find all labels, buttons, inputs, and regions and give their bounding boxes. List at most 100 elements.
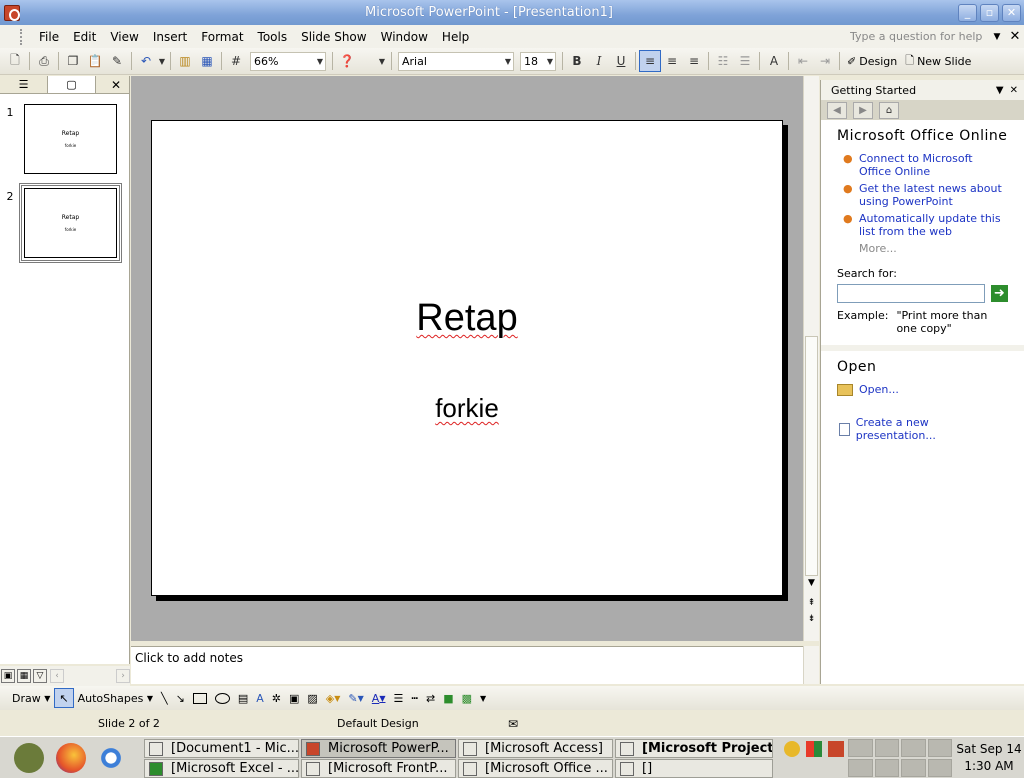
menu-view[interactable]: View [103, 30, 145, 44]
bullets-icon[interactable]: ☰ [734, 50, 756, 72]
powerpoint-app-icon[interactable] [4, 4, 20, 21]
workspace-switcher[interactable] [848, 739, 952, 777]
copy-icon[interactable]: ❐ [62, 50, 84, 72]
decrease-indent-icon[interactable]: ⇤ [792, 50, 814, 72]
task-pane-menu-icon[interactable]: ▼ [996, 85, 1004, 96]
tab-slides[interactable]: ▢ [48, 76, 96, 93]
menu-window[interactable]: Window [374, 30, 435, 44]
workspace-cell[interactable] [927, 759, 952, 777]
task-pane-close-icon[interactable]: ✕ [1010, 85, 1018, 96]
workspace-cell[interactable] [874, 739, 899, 757]
clip-art-icon[interactable]: ▣ [285, 688, 303, 708]
spelling-status-icon[interactable]: ✉ [508, 717, 518, 731]
tray-office-icon[interactable] [806, 741, 822, 757]
wordart-icon[interactable]: A [252, 688, 268, 708]
maximize-button[interactable]: ▫ [980, 3, 999, 22]
firefox-icon[interactable] [56, 743, 86, 773]
slide-vertical-scrollbar[interactable]: ▼ ⇞ ⇟ [803, 76, 819, 641]
slide-thumbnail-2[interactable]: Retap forkie [19, 183, 122, 263]
format-painter-icon[interactable]: ✎ [106, 50, 128, 72]
slide-thumbnail-1[interactable]: Retap forkie [24, 104, 117, 174]
workspace-cell[interactable] [848, 739, 873, 757]
align-left-icon[interactable]: ≡ [639, 50, 661, 72]
align-center-icon[interactable]: ≡ [661, 50, 683, 72]
taskbar-item-unnamed[interactable]: [] [615, 759, 773, 778]
paste-icon[interactable]: 📋 [84, 50, 106, 72]
system-menu-icon[interactable] [14, 743, 44, 773]
scrollbar-thumb[interactable] [805, 336, 818, 576]
dash-style-icon[interactable]: ┅ [407, 688, 422, 708]
slide-subtitle-placeholder[interactable]: forkie [152, 393, 782, 424]
font-select[interactable]: Arial ▼ [398, 51, 514, 71]
workspace-cell[interactable] [901, 739, 926, 757]
open-link[interactable]: Open... [837, 383, 1008, 396]
close-window-button[interactable]: ✕ [1002, 3, 1021, 22]
underline-button[interactable]: U [610, 50, 632, 72]
search-go-button[interactable]: ➜ [990, 285, 1008, 302]
line-style-icon[interactable]: ☰ [389, 688, 407, 708]
taskbar-item-access[interactable]: [Microsoft Access] [458, 739, 613, 758]
close-document-icon[interactable]: ✕ [1006, 29, 1024, 44]
browser-icon[interactable] [96, 743, 126, 773]
create-presentation-link[interactable]: Create a new presentation... [837, 416, 1008, 442]
menu-help[interactable]: Help [435, 30, 476, 44]
select-objects-icon[interactable]: ↖ [54, 688, 74, 708]
notes-pane[interactable]: Click to add notes [131, 646, 803, 684]
more-link[interactable]: More... [837, 242, 1008, 255]
increase-font-size-icon[interactable]: A [763, 50, 785, 72]
show-grid-icon[interactable]: # [225, 50, 247, 72]
numbering-icon[interactable]: ☷ [712, 50, 734, 72]
taskbar-item-frontpage[interactable]: [Microsoft FrontP... [301, 759, 456, 778]
workspace-cell[interactable] [874, 759, 899, 777]
current-slide[interactable]: Retap forkie [151, 120, 783, 596]
taskbar-item-office[interactable]: [Microsoft Office ... [458, 759, 613, 778]
close-pane-icon[interactable]: ✕ [111, 78, 121, 92]
diagram-icon[interactable]: ✲ [268, 688, 285, 708]
arrow-style-icon[interactable]: ⇄ [422, 688, 439, 708]
help-search-input[interactable]: Type a question for help [850, 30, 988, 43]
next-slide-icon[interactable]: ⇟ [804, 612, 819, 626]
autoshapes-menu-button[interactable]: AutoShapes ▼ [74, 688, 157, 708]
slide-title-placeholder[interactable]: Retap [152, 297, 782, 340]
home-icon[interactable]: ⌂ [879, 101, 899, 119]
scroll-down-icon[interactable]: ▼ [804, 576, 819, 590]
help-icon[interactable]: ❓ [336, 50, 358, 72]
clock[interactable]: Sat Sep 14 1:30 AM [954, 741, 1024, 775]
zoom-select[interactable]: 66% ▼ [250, 51, 326, 71]
previous-slide-icon[interactable]: ⇞ [804, 596, 819, 610]
new-slide-button[interactable]: 🗋 New Slide [901, 52, 975, 71]
arrow-icon[interactable]: ↘ [172, 688, 189, 708]
tab-outline[interactable]: ☰ [0, 76, 48, 93]
design-button[interactable]: ✐ Design [843, 55, 901, 68]
menu-slide-show[interactable]: Slide Show [294, 30, 373, 44]
tray-powerpoint-icon[interactable] [828, 741, 844, 757]
forward-icon[interactable]: ▶ [853, 101, 873, 119]
back-icon[interactable]: ◀ [827, 101, 847, 119]
draw-menu-button[interactable]: Draw ▼ [8, 688, 54, 708]
insert-picture-icon[interactable]: ▨ [303, 688, 321, 708]
menu-insert[interactable]: Insert [146, 30, 194, 44]
menu-tools[interactable]: Tools [251, 30, 295, 44]
font-color-icon[interactable]: A ▼ [368, 688, 390, 708]
line-color-icon[interactable]: ✎ ▼ [344, 688, 367, 708]
notes-scrollbar[interactable] [803, 646, 819, 684]
insert-table-icon[interactable]: ▦ [196, 50, 218, 72]
taskbar-item-powerpoint[interactable]: Microsoft PowerP... [301, 739, 456, 758]
taskbar-item-project[interactable]: [Microsoft Project... [615, 739, 773, 758]
undo-dropdown-icon[interactable]: ▼ [157, 50, 167, 72]
workspace-cell[interactable] [901, 759, 926, 777]
fill-color-icon[interactable]: ◈ ▼ [322, 688, 345, 708]
scroll-right-icon[interactable]: › [116, 669, 130, 683]
search-input[interactable] [837, 284, 985, 303]
tray-clock-icon[interactable] [784, 741, 800, 757]
slide-show-view-icon[interactable]: ▽ [33, 669, 47, 683]
workspace-cell[interactable] [927, 739, 952, 757]
scroll-left-icon[interactable]: ‹ [50, 669, 64, 683]
rectangle-icon[interactable] [189, 688, 211, 708]
toolbar-options-icon[interactable]: ▼ [476, 688, 490, 708]
print-icon[interactable]: ⎙ [33, 50, 55, 72]
link-auto-update[interactable]: ● Automatically update this list from the… [837, 212, 1008, 238]
menu-file[interactable]: File [32, 30, 66, 44]
minimize-button[interactable]: _ [958, 3, 977, 22]
new-icon[interactable]: 🗋 [4, 50, 26, 72]
